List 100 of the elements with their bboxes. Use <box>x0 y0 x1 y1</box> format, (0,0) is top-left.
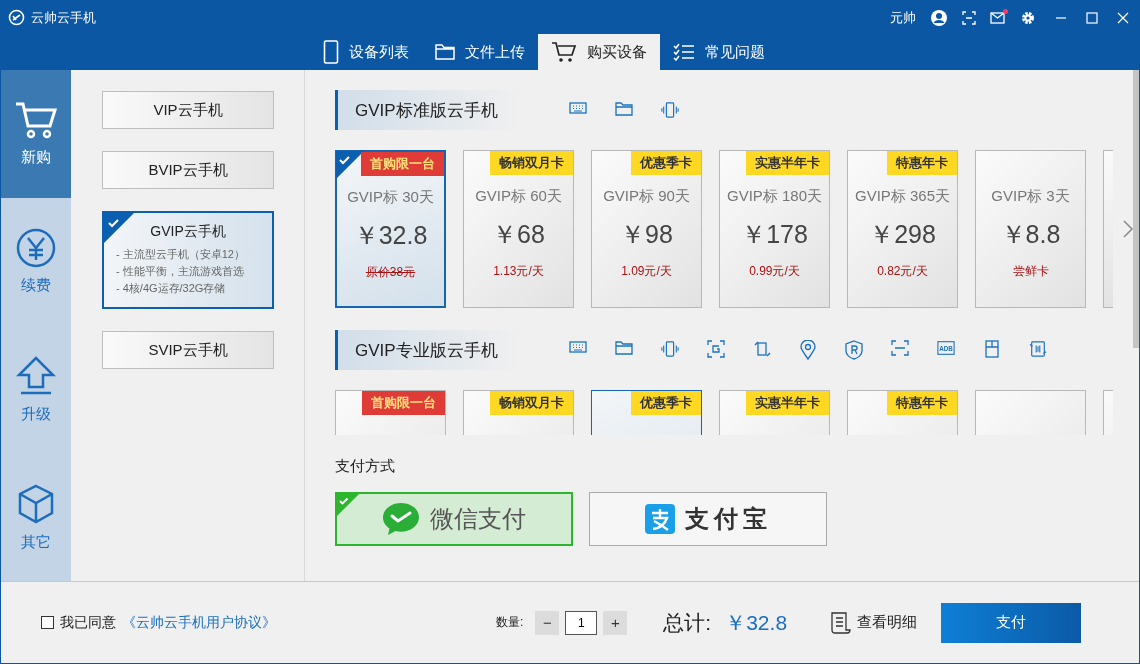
promo-tag: 首购限一台 <box>362 391 445 415</box>
card-note: 1.13元/天 <box>493 263 544 280</box>
plan-option[interactable]: BVIP云手机 <box>102 151 274 189</box>
card-price: ￥32.8 <box>353 220 428 251</box>
details-link[interactable]: 查看明细 <box>831 611 918 634</box>
settings-icon[interactable] <box>1020 9 1036 26</box>
window-title: 云帅云手机 <box>31 8 96 27</box>
plan-card[interactable]: 实惠半年卡 <box>719 390 830 435</box>
checklist-icon <box>673 43 695 61</box>
screenshot-icon[interactable] <box>962 10 976 25</box>
card-title: GVIP标 365天 <box>854 187 950 206</box>
nav-item[interactable]: 其它 <box>1 453 71 581</box>
total-label: 总计: <box>663 609 712 636</box>
upload-arrow-icon <box>16 354 56 397</box>
nav-item[interactable]: 续费 <box>1 197 71 326</box>
nav-item[interactable]: 升级 <box>1 325 71 454</box>
plan-card[interactable]: GVIP标 3天 ￥8.8 尝鲜卡 <box>975 150 1086 308</box>
card-note: 0.99元/天 <box>749 263 800 280</box>
payment-option[interactable]: 支付宝 <box>589 492 827 546</box>
promo-tag: 优惠季卡 <box>631 391 701 415</box>
tab[interactable]: 常见问题 <box>660 34 778 70</box>
card-title: GVIP标 90天 <box>603 187 690 206</box>
agree-checkbox[interactable] <box>41 616 54 629</box>
decrease-button[interactable]: − <box>535 610 560 635</box>
scan-icon <box>891 340 909 356</box>
plan-feature: - 性能平衡，主流游戏首选 <box>116 264 244 279</box>
promo-tag: 畅销双月卡 <box>490 151 573 175</box>
plan-card[interactable]: 优惠季卡 <box>591 390 702 435</box>
promo-tag: 实惠半年卡 <box>746 391 829 415</box>
receipt-icon <box>831 611 852 634</box>
card-note: 0.82元/天 <box>877 263 928 280</box>
chevron-right-icon[interactable] <box>1123 220 1133 238</box>
plan-card[interactable]: 首购限一台 GVIP标 30天 ￥32.8 原价38元 <box>335 150 446 308</box>
promo-tag: 实惠半年卡 <box>746 151 829 175</box>
card-title: GVIP标 180天 <box>726 187 822 206</box>
folder-icon <box>615 101 633 117</box>
plan-feature: - 4核/4G运存/32G存储 <box>116 281 226 296</box>
plan-option[interactable]: VIP云手机 <box>102 91 274 129</box>
check-corner-icon <box>336 151 364 179</box>
vibrate-phone-icon <box>661 101 679 119</box>
tab[interactable]: 文件上传 <box>422 34 538 70</box>
chat-bubble-icon <box>382 502 420 536</box>
folder-icon <box>435 43 455 61</box>
alipay-logo-icon <box>644 504 675 534</box>
logo-icon <box>8 9 25 26</box>
card-note: 尝鲜卡 <box>1012 263 1049 280</box>
plan-name: GVIP云手机 <box>150 223 227 241</box>
total-price: ￥32.8 <box>725 609 789 636</box>
vibrate-phone-icon <box>661 340 679 358</box>
cart-icon <box>14 100 58 141</box>
payment-option[interactable]: 微信支付 <box>335 492 573 546</box>
maximize-icon[interactable] <box>1086 11 1098 24</box>
card-price: ￥298 <box>869 219 936 250</box>
quantity-field[interactable]: 1 <box>565 610 598 635</box>
folder-icon <box>615 340 633 356</box>
card-price: ￥8.8 <box>1000 219 1061 250</box>
card-note: 1.09元/天 <box>621 263 672 280</box>
plan-card[interactable]: 实惠半年卡 GVIP标 180天 ￥178 0.99元/天 <box>719 150 830 308</box>
increase-button[interactable]: + <box>603 610 628 635</box>
promo-tag: 特惠年卡 <box>887 151 957 175</box>
cart-icon <box>551 41 577 63</box>
plan-option[interactable]: GVIP云手机 - 主流型云手机（安卓12） - 性能平衡，主流游戏首选 - 4核/4G运存/32G存储 <box>102 211 274 309</box>
plan-card[interactable]: 优惠季卡 GVIP标 90天 ￥98 1.09元/天 <box>591 150 702 308</box>
mail-icon[interactable] <box>990 11 1006 24</box>
keyboard-icon <box>569 101 587 115</box>
check-corner-icon <box>104 213 134 243</box>
phone-transfer-icon <box>1029 340 1047 358</box>
plan-card[interactable]: 畅销双月卡 <box>463 390 574 435</box>
nav-item[interactable]: 新购 <box>1 70 71 198</box>
payment-label: 支付方式 <box>335 457 396 476</box>
card-price: ￥98 <box>620 219 673 250</box>
shield-icon <box>845 340 863 360</box>
plan-name: VIP云手机 <box>153 100 223 120</box>
tab[interactable]: 购买设备 <box>538 34 660 70</box>
screenshot-icon <box>707 340 725 358</box>
rotate-icon <box>753 340 771 358</box>
plan-card[interactable]: 特惠年卡 <box>847 390 958 435</box>
plan-card[interactable]: 特惠年卡 GVIP标 365天 ￥298 0.82元/天 <box>847 150 958 308</box>
tab[interactable]: 设备列表 <box>310 34 422 70</box>
device-icon <box>985 340 999 358</box>
card-title: GVIP标 60天 <box>475 187 562 206</box>
plan-feature: - 主流型云手机（安卓12） <box>116 247 245 262</box>
phone-icon <box>323 40 339 64</box>
agreement-link[interactable]: 《云帅云手机用户协议》 <box>122 613 276 632</box>
card-title: GVIP标 30天 <box>347 188 434 207</box>
user-name[interactable]: 元帅 <box>890 8 916 27</box>
plan-name: BVIP云手机 <box>148 160 228 180</box>
yen-icon <box>16 228 56 269</box>
pay-button[interactable]: 支付 <box>941 602 1082 643</box>
plan-card[interactable]: 畅销双月卡 GVIP标 60天 ￥68 1.13元/天 <box>463 150 574 308</box>
agree-label: 我已同意 <box>60 613 116 632</box>
close-icon[interactable] <box>1117 11 1129 24</box>
location-pin-icon <box>800 340 816 360</box>
scrollbar-thumb[interactable] <box>1133 70 1139 348</box>
card-price: ￥178 <box>741 219 808 250</box>
card-title: GVIP标 3天 <box>991 187 1070 206</box>
plan-option[interactable]: SVIP云手机 <box>102 331 274 369</box>
avatar-icon[interactable] <box>930 8 948 27</box>
cube-icon <box>16 482 56 525</box>
keyboard-icon <box>569 340 587 354</box>
